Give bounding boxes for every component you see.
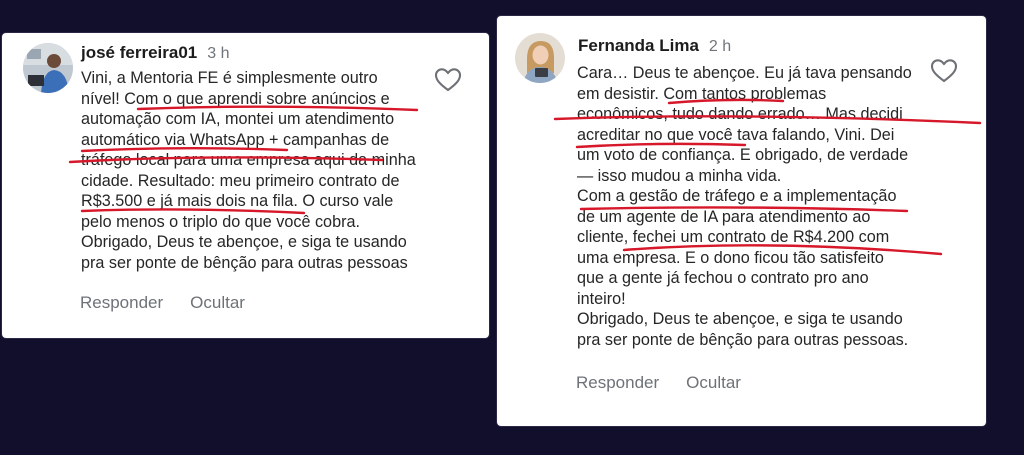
comment-line: que a gente já fechou o contrato pro ano xyxy=(577,269,869,287)
comment-author[interactable]: Fernanda Lima xyxy=(578,36,699,56)
comment-line: pelo menos o triplo do que você cobra. xyxy=(81,212,360,231)
comment-line: Cara… Deus te abençoe. Eu já tava pensan… xyxy=(577,64,912,82)
comment-line: R$3.500 e já mais dois na fila. O curso … xyxy=(81,192,394,210)
comment-line: cliente, fechei um contrato de R$4.200 c… xyxy=(577,228,890,246)
comment-line: econômicos, tudo dando errado… Mas decid… xyxy=(577,105,903,123)
comment-line: pra ser ponte de bênção para outras pess… xyxy=(577,330,909,349)
heart-outline-icon[interactable] xyxy=(434,67,462,93)
comment-line: de um agente de IA para atendimento ao xyxy=(577,207,871,226)
comment-line: uma empresa. E o dono ficou tão satisfei… xyxy=(577,248,884,267)
comment-timestamp: 3 h xyxy=(207,45,230,62)
comment-card-fernanda: Fernanda Lima 2 h Cara… Deus te abençoe.… xyxy=(497,16,986,426)
heart-outline-icon[interactable] xyxy=(930,58,958,84)
comment-line: Obrigado, Deus te abençoe, e siga te usa… xyxy=(577,310,903,328)
comment-line: — isso mudou a minha vida. xyxy=(577,166,782,185)
comment-line: pra ser ponte de bênção para outras pess… xyxy=(81,253,408,272)
comment-line: Obrigado, Deus te abençoe, e siga te usa… xyxy=(81,233,407,251)
comment-line: nível! Com o que aprendi sobre anúncios … xyxy=(81,89,390,108)
comment-line: acreditar no que você tava falando, Vini… xyxy=(577,125,895,144)
comment-line: automação com IA, montei um atendimento xyxy=(81,110,395,128)
hide-button[interactable]: Ocultar xyxy=(686,373,741,393)
comment-line: em desistir. Com tantos problemas xyxy=(577,84,827,103)
comment-line: Vini, a Mentoria FE é simplesmente outro xyxy=(81,69,378,87)
comment-line: automático via WhatsApp + campanhas de xyxy=(81,130,390,149)
hide-button[interactable]: Ocultar xyxy=(190,293,245,313)
reply-button[interactable]: Responder xyxy=(576,373,659,393)
comment-timestamp: 2 h xyxy=(708,38,732,55)
comment-card-jose: josé ferreira01 3 h Vini, a Mentoria FE … xyxy=(2,33,489,338)
comment-line: um voto de confiança. E obrigado, de ver… xyxy=(577,146,909,164)
comment-line: inteiro! xyxy=(577,289,626,308)
comment-line: cidade. Resultado: meu primeiro contrato… xyxy=(81,171,400,190)
reply-button[interactable]: Responder xyxy=(80,293,163,313)
comment-text: Vini, a Mentoria FE é simplesmente outro… xyxy=(81,68,416,273)
avatar[interactable] xyxy=(515,33,565,83)
avatar[interactable] xyxy=(23,43,73,93)
comment-author[interactable]: josé ferreira01 xyxy=(81,43,197,63)
comment-line: Com a gestão de tráfego e a implementaçã… xyxy=(577,187,897,205)
comment-text: Cara… Deus te abençoe. Eu já tava pensan… xyxy=(577,63,912,350)
comment-line: tráfego local para uma empresa aqui da m… xyxy=(81,151,416,169)
